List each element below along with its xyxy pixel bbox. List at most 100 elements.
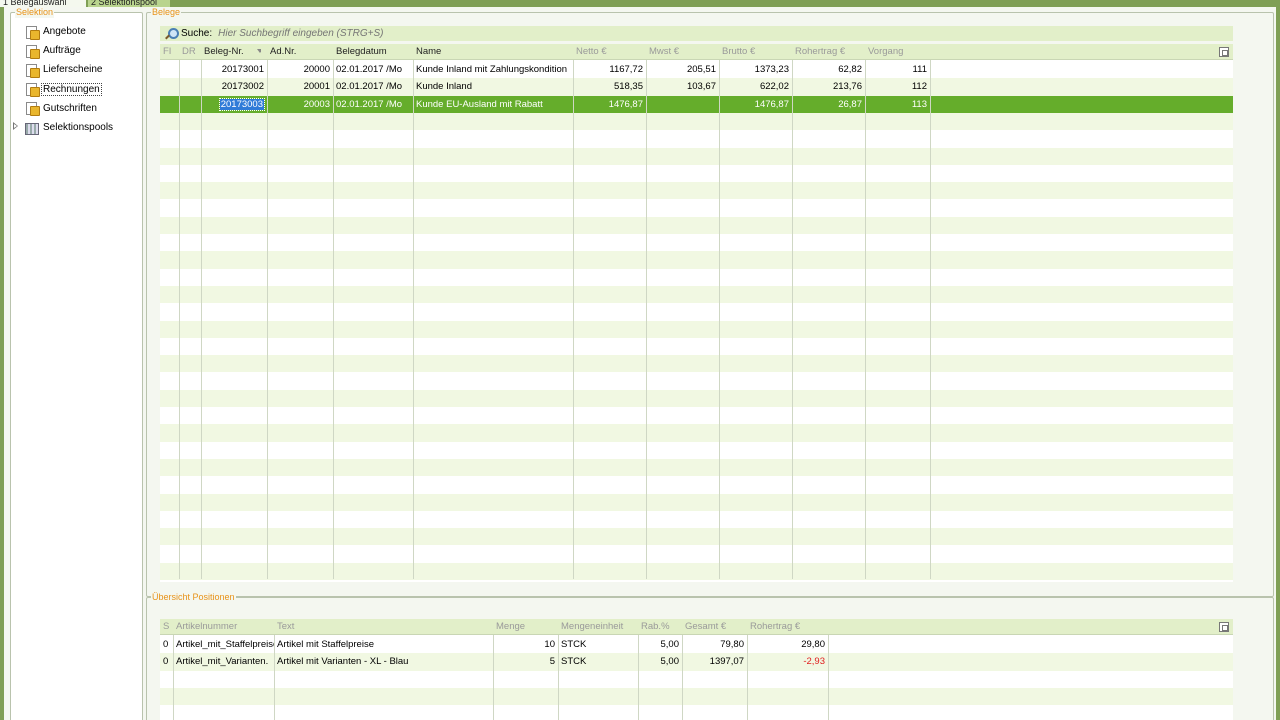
document-icon: [25, 25, 40, 40]
tab-strip: 1 Belegauswahl 2 Selektionspool: [0, 0, 1280, 7]
cell-belegdatum: 02.01.2017 /Mo: [333, 61, 413, 78]
cell-text: 622,02: [759, 81, 789, 93]
tree-item-3[interactable]: Rechnungen: [25, 80, 113, 99]
empty-row: [160, 165, 1233, 182]
column-divider: [179, 60, 180, 579]
col-header-gesamt[interactable]: Gesamt €: [682, 619, 747, 635]
cell-gesamt: 79,80: [720, 639, 744, 650]
empty-row: [160, 182, 1233, 200]
col-header-dr[interactable]: DR: [179, 44, 201, 60]
col-header-s[interactable]: S: [160, 619, 173, 635]
col-header-artikelnummer[interactable]: Artikelnummer: [173, 619, 274, 635]
empty-row: [160, 545, 1233, 562]
cell-dr: [179, 78, 201, 95]
table-row[interactable]: 20173003 20003 02.01.2017 /Mo Kunde EU-Ausl…: [160, 95, 1233, 113]
cell-netto: 1167,72: [573, 61, 646, 78]
tree-item-0[interactable]: Angebote: [25, 22, 113, 41]
tree-item-label: Lieferscheine: [43, 64, 103, 76]
col-header-rabatt[interactable]: Rab.%: [638, 619, 682, 635]
expand-arrow-icon[interactable]: [13, 121, 18, 130]
column-divider: [267, 60, 268, 579]
col-header-menge[interactable]: Menge: [493, 619, 558, 635]
table-row[interactable]: 0 Artikel_mit_Varianten. Artikel mit Varia…: [160, 653, 1233, 671]
table-row[interactable]: 20173002 20001 02.01.2017 /Mo Kunde Inland 5…: [160, 78, 1233, 96]
column-divider: [638, 635, 639, 720]
document-icon: [25, 102, 40, 117]
col-header-fi[interactable]: FI: [160, 44, 179, 60]
cell-text: Kunde Inland: [416, 81, 472, 93]
cell-rohertrag: 29,80: [801, 639, 825, 650]
cell-mwst: 103,67: [646, 78, 719, 95]
column-divider: [828, 635, 829, 720]
col-header-netto[interactable]: Netto €: [573, 44, 646, 60]
empty-row: [160, 511, 1233, 528]
cell-text: 02.01.2017 /Mo: [336, 81, 403, 93]
col-header-mwst[interactable]: Mwst €: [646, 44, 719, 60]
tree-item-4[interactable]: Gutschriften: [25, 99, 113, 118]
cell-menge: 5: [549, 656, 555, 668]
cell-vorgang: 112: [865, 78, 930, 95]
cell-rabatt: 5,00: [660, 656, 680, 668]
empty-row: [160, 458, 1233, 477]
cell-name: Kunde EU-Ausland mit Rabatt: [413, 96, 573, 113]
cell-beleg-nr: 20173003: [201, 96, 267, 113]
col-header-brutto[interactable]: Brutto €: [719, 44, 792, 60]
table-row[interactable]: 0 Artikel_mit_Staffelpreise Artikel mit St…: [160, 636, 1233, 653]
column-chooser-icon[interactable]: [1219, 622, 1229, 632]
column-divider: [930, 60, 931, 579]
col-header-name[interactable]: Name: [413, 44, 573, 60]
empty-row: [160, 389, 1233, 407]
cell-text: 518,35: [613, 81, 643, 93]
cell-beleg-nr: 20173002: [201, 78, 267, 95]
cell-text: 20000: [303, 64, 330, 75]
column-chooser-icon[interactable]: [1219, 47, 1229, 57]
belege-title: Belege: [151, 7, 182, 18]
tab-selektionspool[interactable]: 2 Selektionspool: [88, 0, 170, 7]
cell-mwst: 205,51: [646, 61, 719, 78]
col-header-rohertrag[interactable]: Rohertrag €: [747, 619, 828, 635]
empty-row: [160, 338, 1233, 355]
col-header-rohertrag[interactable]: Rohertrag €: [792, 44, 865, 60]
search-icon: [165, 27, 179, 40]
cell-brutto: 622,02: [719, 78, 792, 95]
tree-item-1[interactable]: Aufträge: [25, 41, 113, 60]
col-header-vorgang[interactable]: Vorgang: [865, 44, 930, 60]
cell-rohertrag: 26,87: [792, 96, 865, 113]
empty-row: [160, 528, 1233, 546]
cell-text: 103,67: [686, 81, 716, 93]
cell-text: Artikel mit Staffelpreise: [277, 639, 374, 650]
cell-text: 62,82: [838, 64, 862, 75]
table-row[interactable]: 20173001 20000 02.01.2017 /Mo Kunde Inland …: [160, 61, 1233, 78]
column-divider: [493, 635, 494, 720]
col-header-belegdatum[interactable]: Belegdatum: [333, 44, 413, 60]
cell-text: 1476,87: [608, 98, 643, 110]
cell-einheit: STCK: [561, 639, 587, 650]
cell-mwst: [646, 96, 719, 113]
col-header-text[interactable]: Text: [274, 619, 493, 635]
tree-item-5[interactable]: Selektionspools: [13, 118, 113, 137]
empty-row: [160, 493, 1233, 511]
cell-text: 205,51: [686, 64, 716, 75]
cell-ad-nr: 20000: [267, 61, 333, 78]
cell-text: 1373,23: [754, 64, 789, 75]
empty-row: [160, 199, 1233, 216]
cell-rohertrag: 213,76: [792, 78, 865, 95]
empty-row: [160, 303, 1233, 320]
cell-rohertrag: 62,82: [792, 61, 865, 78]
col-header-ad-nr[interactable]: Ad.Nr.: [267, 44, 333, 60]
empty-row: [160, 476, 1233, 493]
positionen-title: Übersicht Positionen: [151, 592, 236, 603]
search-input[interactable]: [218, 28, 519, 39]
belege-grid-header: FI DR Beleg-Nr. Ad.Nr. Belegdatum Name Netto €…: [160, 44, 1233, 60]
cell-text: 20173001: [221, 64, 264, 75]
column-divider: [747, 635, 748, 720]
tree-item-2[interactable]: Lieferscheine: [25, 60, 113, 79]
cell-text: 02.01.2017 /Mo: [336, 98, 403, 110]
tab-belegauswahl[interactable]: 1 Belegauswahl: [0, 0, 86, 7]
belege-grid: FI DR Beleg-Nr. Ad.Nr. Belegdatum Name Netto €…: [160, 44, 1233, 582]
cell-text: Kunde EU-Ausland mit Rabatt: [416, 98, 543, 110]
cell-text: 113: [911, 98, 927, 110]
col-header-einheit[interactable]: Mengeneinheit: [558, 619, 638, 635]
cell-netto: 1476,87: [573, 96, 646, 113]
cell-rabatt: 5,00: [660, 639, 680, 650]
